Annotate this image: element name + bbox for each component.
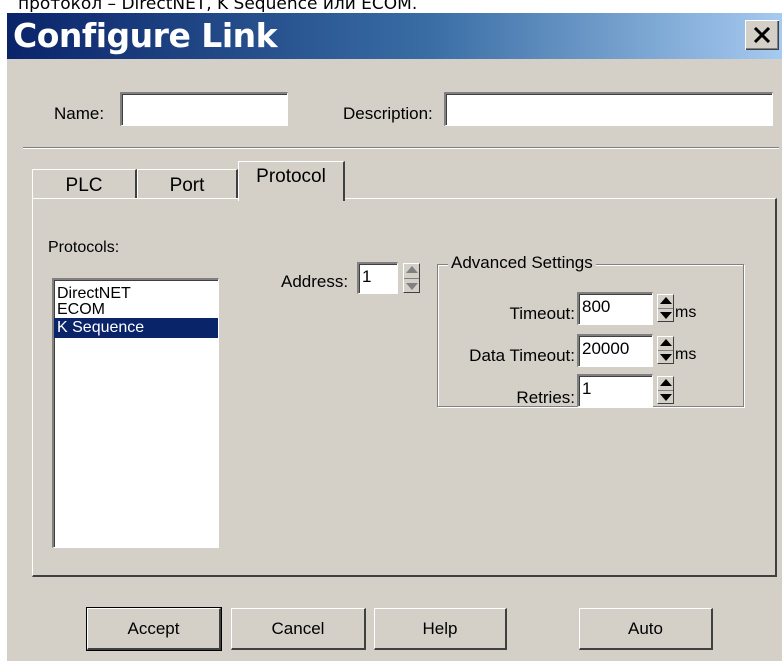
spin-down-icon <box>660 394 672 401</box>
timeout-input[interactable]: 800 <box>577 292 653 325</box>
timeout-label: Timeout: <box>509 304 575 323</box>
spin-up-icon <box>660 297 672 304</box>
address-label: Address: <box>281 272 349 291</box>
spin-up-icon <box>406 266 418 273</box>
tab-protocol[interactable]: Protocol <box>238 161 345 201</box>
title-bar[interactable]: Configure Link <box>7 13 782 59</box>
name-label: Name: <box>54 104 105 123</box>
protocol-option-directnet[interactable]: DirectNET <box>54 286 218 302</box>
configure-link-dialog: Configure Link Name: Description: PLC Po… <box>6 12 782 661</box>
protocols-listbox[interactable]: DirectNET ECOM K Sequence <box>52 278 219 548</box>
spin-up-icon <box>660 379 672 386</box>
address-input[interactable]: 1 <box>357 262 398 294</box>
timeout-spinner[interactable] <box>657 294 674 322</box>
retries-spinner[interactable] <box>657 376 674 404</box>
data-timeout-unit: ms <box>675 346 697 363</box>
tab-protocol-label: Protocol <box>256 166 326 187</box>
help-button[interactable]: Help <box>374 608 507 650</box>
close-icon <box>753 27 771 43</box>
close-button[interactable] <box>745 20 779 50</box>
spin-down-icon <box>660 354 672 361</box>
description-label: Description: <box>343 104 433 123</box>
tab-port[interactable]: Port <box>137 169 238 199</box>
spin-down-icon <box>660 312 672 319</box>
accept-button[interactable]: Accept <box>86 607 222 651</box>
retries-input[interactable]: 1 <box>577 374 653 407</box>
advanced-settings-title: Advanced Settings <box>448 253 596 273</box>
protocol-option-k-sequence[interactable]: K Sequence <box>54 318 218 338</box>
separator <box>23 147 779 149</box>
dialog-title: Configure Link <box>13 16 278 55</box>
tab-plc-label: PLC <box>65 175 103 196</box>
data-timeout-spinner[interactable] <box>657 336 674 364</box>
spin-up-icon <box>660 339 672 346</box>
spin-divider <box>404 278 419 279</box>
spin-down-icon <box>406 283 418 290</box>
protocols-label: Protocols: <box>48 239 120 256</box>
protocol-option-ecom[interactable]: ECOM <box>54 302 218 318</box>
retries-label: Retries: <box>516 388 575 407</box>
spin-divider <box>658 350 673 351</box>
data-timeout-input[interactable]: 20000 <box>577 334 653 367</box>
name-input[interactable] <box>120 92 288 126</box>
protocol-tab-panel: Protocols: DirectNET ECOM K Sequence Add… <box>32 198 777 577</box>
auto-button[interactable]: Auto <box>579 608 713 650</box>
tab-port-label: Port <box>169 175 205 196</box>
address-spinner[interactable] <box>403 263 420 293</box>
cancel-button[interactable]: Cancel <box>231 608 366 650</box>
tab-plc[interactable]: PLC <box>32 169 137 199</box>
spin-divider <box>658 390 673 391</box>
timeout-unit: ms <box>675 304 697 321</box>
spin-divider <box>658 308 673 309</box>
data-timeout-label: Data Timeout: <box>469 346 575 365</box>
description-input[interactable] <box>444 92 773 126</box>
advanced-settings-group: Advanced Settings Timeout: 800 ms Data T… <box>437 253 744 407</box>
